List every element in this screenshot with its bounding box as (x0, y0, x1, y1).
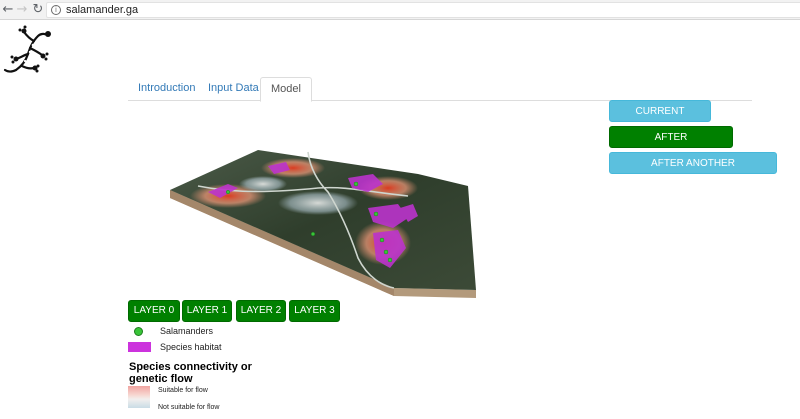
salamander-logo (3, 25, 51, 73)
tab-input-data[interactable]: Input Data (198, 77, 269, 101)
legend-salamanders-label: Salamanders (160, 326, 214, 336)
back-arrow-icon[interactable]: ← (1, 2, 15, 18)
address-bar[interactable]: i salamander.ga (46, 2, 800, 18)
after-another-transformation-button[interactable]: AFTER ANOTHER TRANSFORMATION (609, 152, 777, 191)
address-bar-url[interactable]: salamander.ga (66, 4, 138, 17)
tab-introduction[interactable]: Introduction (128, 77, 205, 101)
reload-icon[interactable]: ↻ (31, 2, 45, 18)
legend-suitable-label: Suitable for flow (158, 387, 208, 394)
habitat-swatch (128, 342, 151, 352)
legend-habitat-label: Species habitat (160, 342, 222, 352)
layer-2-button[interactable]: LAYER 2 (236, 300, 286, 322)
layer-3-button[interactable]: LAYER 3 (289, 300, 340, 322)
terrain-3d-model[interactable] (168, 148, 480, 300)
forward-arrow-icon[interactable]: → (15, 2, 29, 18)
salamander-marker-icon (134, 327, 143, 336)
info-icon[interactable]: i (51, 5, 61, 15)
layer-1-button[interactable]: LAYER 1 (182, 300, 232, 322)
browser-toolbar: ← → ↻ i salamander.ga (0, 0, 800, 20)
flow-gradient-swatch (128, 386, 150, 408)
connectivity-legend-title: Species connectivity or genetic flow (129, 361, 252, 385)
tab-model[interactable]: Model (260, 77, 312, 102)
tab-bar: Introduction Input Data Model (128, 77, 752, 102)
legend-not-suitable-label: Not suitable for flow (158, 404, 220, 411)
after-transformation-button[interactable]: AFTER TRANSFORMATION (609, 126, 733, 165)
layer-0-button[interactable]: LAYER 0 (128, 300, 180, 322)
current-scenario-button[interactable]: CURRENT SCENARIO (609, 100, 711, 139)
